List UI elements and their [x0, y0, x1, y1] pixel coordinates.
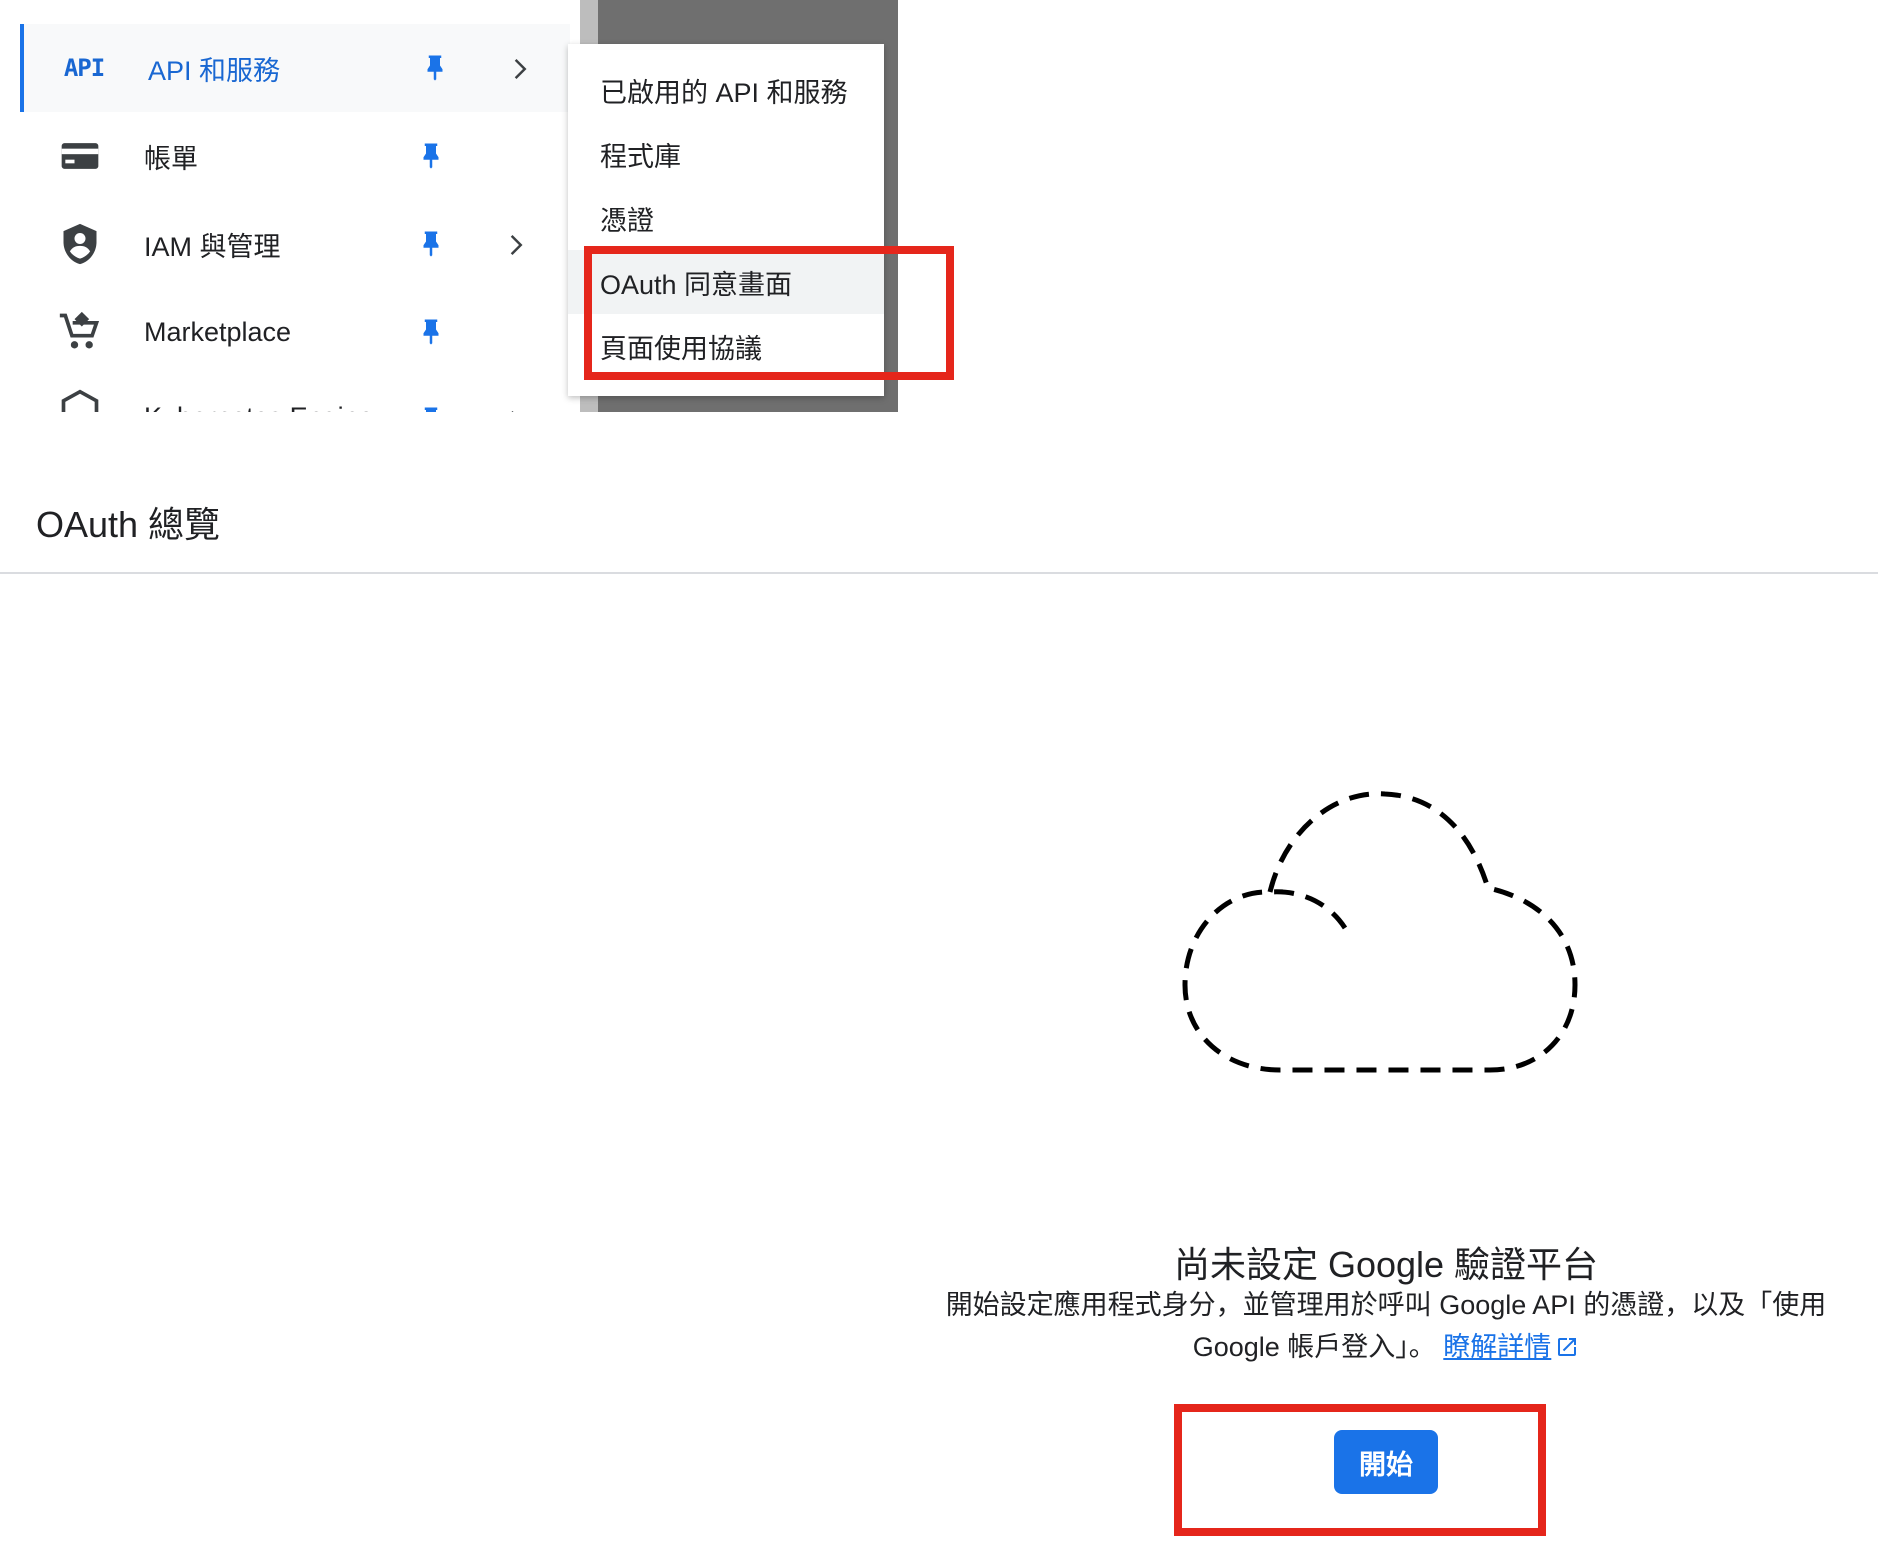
kubernetes-icon	[61, 389, 99, 412]
pin-icon[interactable]	[416, 314, 446, 350]
submenu-item-credentials[interactable]: 憑證	[568, 186, 884, 250]
shopping-cart-icon	[59, 311, 100, 349]
submenu-item-enabled-apis[interactable]: 已啟用的 API 和服務	[568, 58, 884, 122]
pin-icon[interactable]	[420, 50, 450, 86]
nav-item-label: Marketplace	[144, 316, 292, 347]
external-link-icon	[1558, 1338, 1577, 1356]
nav-item-iam-admin[interactable]: IAM 與管理	[20, 200, 570, 288]
header-divider	[0, 572, 1878, 574]
api-icon: API	[63, 54, 105, 82]
learn-more-link[interactable]: 瞭解詳情	[1443, 1332, 1579, 1362]
highlight-box-oauth-menu	[584, 246, 954, 380]
nav-item-label: IAM 與管理	[144, 231, 281, 262]
submenu-item-label: 已啟用的 API 和服務	[600, 77, 848, 108]
cloud-dashed-icon	[1182, 791, 1578, 1073]
chevron-right-icon[interactable]	[500, 230, 530, 260]
empty-state-description-text: 開始設定應用程式身分，並管理用於呼叫 Google API 的憑證，以及「使用 …	[945, 1290, 1827, 1362]
nav-item-billing[interactable]: 帳單	[20, 112, 570, 200]
submenu-item-library[interactable]: 程式庫	[568, 122, 884, 186]
empty-state-description: 開始設定應用程式身分，並管理用於呼叫 Google API 的憑證，以及「使用 …	[920, 1284, 1852, 1368]
pin-icon[interactable]	[416, 402, 446, 412]
nav-item-label: 帳單	[144, 143, 198, 174]
nav-item-api-services[interactable]: API API 和服務	[20, 24, 570, 112]
empty-state-title: 尚未設定 Google 驗證平台	[1173, 1244, 1599, 1285]
chevron-right-icon[interactable]	[500, 406, 530, 412]
nav-item-marketplace[interactable]: Marketplace	[20, 288, 570, 376]
nav-item-label: API 和服務	[148, 55, 281, 86]
submenu-item-label: 程式庫	[600, 141, 681, 172]
learn-more-label: 瞭解詳情	[1443, 1332, 1552, 1362]
nav-item-kubernetes-engine[interactable]: Kubernetes Engine	[20, 376, 570, 412]
nav-item-label: Kubernetes Engine	[144, 402, 374, 412]
submenu-item-label: 憑證	[600, 205, 654, 236]
navigation-menu: API API 和服務 帳單 IAM 與管理 Marketplace	[0, 0, 570, 412]
chevron-right-icon[interactable]	[504, 54, 534, 84]
pin-icon[interactable]	[416, 226, 446, 262]
credit-card-icon	[61, 143, 99, 169]
highlight-box-start-button	[1174, 1404, 1546, 1536]
shield-icon	[63, 223, 97, 265]
page-title: OAuth 總覽	[36, 504, 221, 545]
pin-icon[interactable]	[416, 138, 446, 174]
